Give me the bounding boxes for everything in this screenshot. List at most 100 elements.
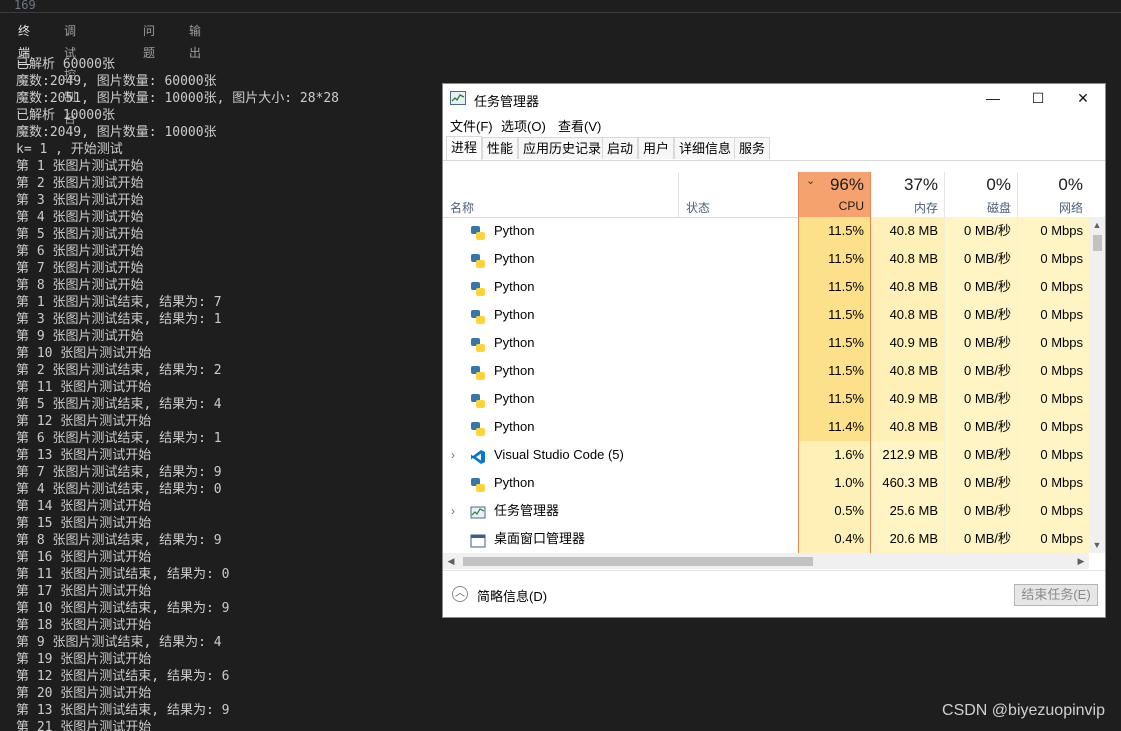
terminal-line: 第 18 张图片测试开始 (16, 618, 152, 633)
menu-file[interactable]: 文件(F) (450, 116, 493, 135)
process-name: Python (494, 419, 535, 434)
maximize-button[interactable]: ☐ (1015, 84, 1061, 114)
window-title: 任务管理器 (474, 94, 540, 109)
process-disk: 0 MB/秒 (944, 357, 1017, 385)
tab-performance[interactable]: 性能 (482, 137, 519, 159)
process-disk: 0 MB/秒 (944, 385, 1017, 413)
header-status[interactable]: 状态 (678, 172, 798, 217)
terminal-line: 第 6 张图片测试开始 (16, 244, 144, 259)
terminal-line: 第 10 张图片测试结束, 结果为: 9 (16, 601, 230, 616)
process-network: 0 Mbps (1017, 273, 1089, 301)
terminal-line: 第 13 张图片测试结束, 结果为: 9 (16, 703, 230, 718)
terminal-output[interactable]: 已解析 60000张 魔数:2049, 图片数量: 60000张 魔数:2051, … (16, 56, 436, 731)
header-memory[interactable]: 37% 内存 (871, 172, 944, 217)
memory-total: 37% (903, 175, 938, 194)
expand-chevron-icon[interactable]: › (451, 441, 463, 469)
scroll-down-icon[interactable]: ▼ (1089, 537, 1105, 553)
menu-options[interactable]: 选项(O) (501, 116, 546, 135)
process-cpu: 1.0% (798, 469, 871, 497)
process-row[interactable]: Python 11.5% 40.9 MB 0 MB/秒 0 Mbps (443, 385, 1089, 413)
process-disk: 0 MB/秒 (944, 413, 1017, 441)
task-manager-window: 任务管理器 — ☐ ✕ 文件(F) 选项(O) 查看(V) 进程 性能 应用历史… (442, 83, 1106, 618)
process-row[interactable]: › 任务管理器 0.5% 25.6 MB 0 MB/秒 0 Mbps (443, 497, 1089, 525)
task-manager-icon (450, 91, 466, 105)
process-cpu: 11.5% (798, 385, 871, 413)
terminal-line: 第 21 张图片测试开始 (16, 720, 152, 731)
process-name: Python (494, 223, 535, 238)
process-network: 0 Mbps (1017, 385, 1089, 413)
terminal-line: 第 4 张图片测试开始 (16, 210, 144, 225)
tab-services[interactable]: 服务 (734, 137, 771, 159)
header-network[interactable]: 0% 网络 (1017, 172, 1089, 217)
terminal-line: 魔数:2051, 图片数量: 10000张, 图片大小: 28*28 (16, 91, 340, 106)
python-icon (470, 307, 486, 324)
tab-app-history[interactable]: 应用历史记录 (518, 137, 607, 159)
process-row[interactable]: Python 11.5% 40.8 MB 0 MB/秒 0 Mbps (443, 301, 1089, 329)
tab-users[interactable]: 用户 (638, 137, 675, 159)
process-memory: 40.9 MB (871, 329, 944, 357)
scroll-thumb[interactable] (1093, 235, 1102, 251)
process-memory: 40.9 MB (871, 385, 944, 413)
horizontal-scrollbar[interactable]: ◀ ▶ (443, 553, 1089, 569)
terminal-line: 已解析 10000张 (16, 108, 115, 123)
expand-chevron-icon[interactable]: › (451, 497, 463, 525)
terminal-line: 第 13 张图片测试开始 (16, 448, 152, 463)
header-cpu[interactable]: ⌄ 96% CPU (798, 172, 871, 217)
terminal-line: 魔数:2049, 图片数量: 10000张 (16, 125, 217, 140)
python-icon (470, 475, 486, 492)
process-row[interactable]: Python 11.5% 40.8 MB 0 MB/秒 0 Mbps (443, 217, 1089, 245)
terminal-line: 第 2 张图片测试开始 (16, 176, 144, 191)
process-row[interactable]: Python 11.5% 40.8 MB 0 MB/秒 0 Mbps (443, 245, 1089, 273)
process-row[interactable]: Python 11.5% 40.8 MB 0 MB/秒 0 Mbps (443, 357, 1089, 385)
python-icon (470, 419, 486, 436)
process-row[interactable]: 桌面窗口管理器 0.4% 20.6 MB 0 MB/秒 0 Mbps (443, 525, 1089, 553)
process-disk: 0 MB/秒 (944, 245, 1017, 273)
terminal-line: 第 8 张图片测试开始 (16, 278, 144, 293)
cpu-total: 96% (829, 175, 864, 194)
process-disk: 0 MB/秒 (944, 217, 1017, 245)
editor-strip: 169 (0, 0, 1121, 13)
terminal-line: 第 5 张图片测试结束, 结果为: 4 (16, 397, 222, 412)
terminal-line: 第 11 张图片测试结束, 结果为: 0 (16, 567, 230, 582)
scroll-thumb-horizontal[interactable] (463, 557, 813, 566)
process-row[interactable]: Python 1.0% 460.3 MB 0 MB/秒 0 Mbps (443, 469, 1089, 497)
minimize-button[interactable]: — (970, 84, 1016, 114)
process-name: Python (494, 475, 535, 490)
process-disk: 0 MB/秒 (944, 497, 1017, 525)
process-name: Python (494, 251, 535, 266)
process-memory: 40.8 MB (871, 217, 944, 245)
cpu-label: CPU (838, 199, 864, 213)
scroll-up-icon[interactable]: ▲ (1089, 217, 1105, 233)
title-bar[interactable]: 任务管理器 — ☐ ✕ (443, 84, 1105, 114)
process-row[interactable]: Python 11.5% 40.8 MB 0 MB/秒 0 Mbps (443, 273, 1089, 301)
terminal-line: 第 9 张图片测试开始 (16, 329, 144, 344)
menu-view[interactable]: 查看(V) (558, 116, 601, 135)
terminal-line: 第 5 张图片测试开始 (16, 227, 144, 242)
tab-details[interactable]: 详细信息 (674, 137, 737, 159)
header-name[interactable]: 名称 (443, 172, 678, 217)
close-button[interactable]: ✕ (1060, 84, 1106, 114)
end-task-button[interactable]: 结束任务(E) (1014, 584, 1098, 606)
terminal-line: 第 7 张图片测试结束, 结果为: 9 (16, 465, 222, 480)
scroll-right-icon[interactable]: ▶ (1073, 553, 1089, 569)
vertical-scrollbar[interactable]: ▲ ▼ (1089, 217, 1105, 553)
header-status-label: 状态 (686, 201, 711, 215)
tab-startup[interactable]: 启动 (602, 137, 639, 159)
tab-processes[interactable]: 进程 (446, 136, 483, 160)
scroll-left-icon[interactable]: ◀ (443, 553, 459, 569)
process-row[interactable]: › Visual Studio Code (5) 1.6% 212.9 MB 0 MB/… (443, 441, 1089, 469)
process-network: 0 Mbps (1017, 217, 1089, 245)
process-row[interactable]: Python 11.4% 40.8 MB 0 MB/秒 0 Mbps (443, 413, 1089, 441)
terminal-line: 第 4 张图片测试结束, 结果为: 0 (16, 482, 222, 497)
terminal-line: 第 8 张图片测试结束, 结果为: 9 (16, 533, 222, 548)
python-icon (470, 223, 486, 240)
chevron-up-icon[interactable]: ︿ (452, 586, 468, 602)
vscode-icon (470, 447, 486, 464)
disk-total: 0% (986, 175, 1011, 194)
fewer-details-link[interactable]: 简略信息(D) (477, 586, 547, 605)
terminal-line: 第 17 张图片测试开始 (16, 584, 152, 599)
footer: ︿ 简略信息(D) 结束任务(E) (443, 570, 1105, 618)
terminal-line: 第 10 张图片测试开始 (16, 346, 152, 361)
process-row[interactable]: Python 11.5% 40.9 MB 0 MB/秒 0 Mbps (443, 329, 1089, 357)
header-disk[interactable]: 0% 磁盘 (944, 172, 1017, 217)
